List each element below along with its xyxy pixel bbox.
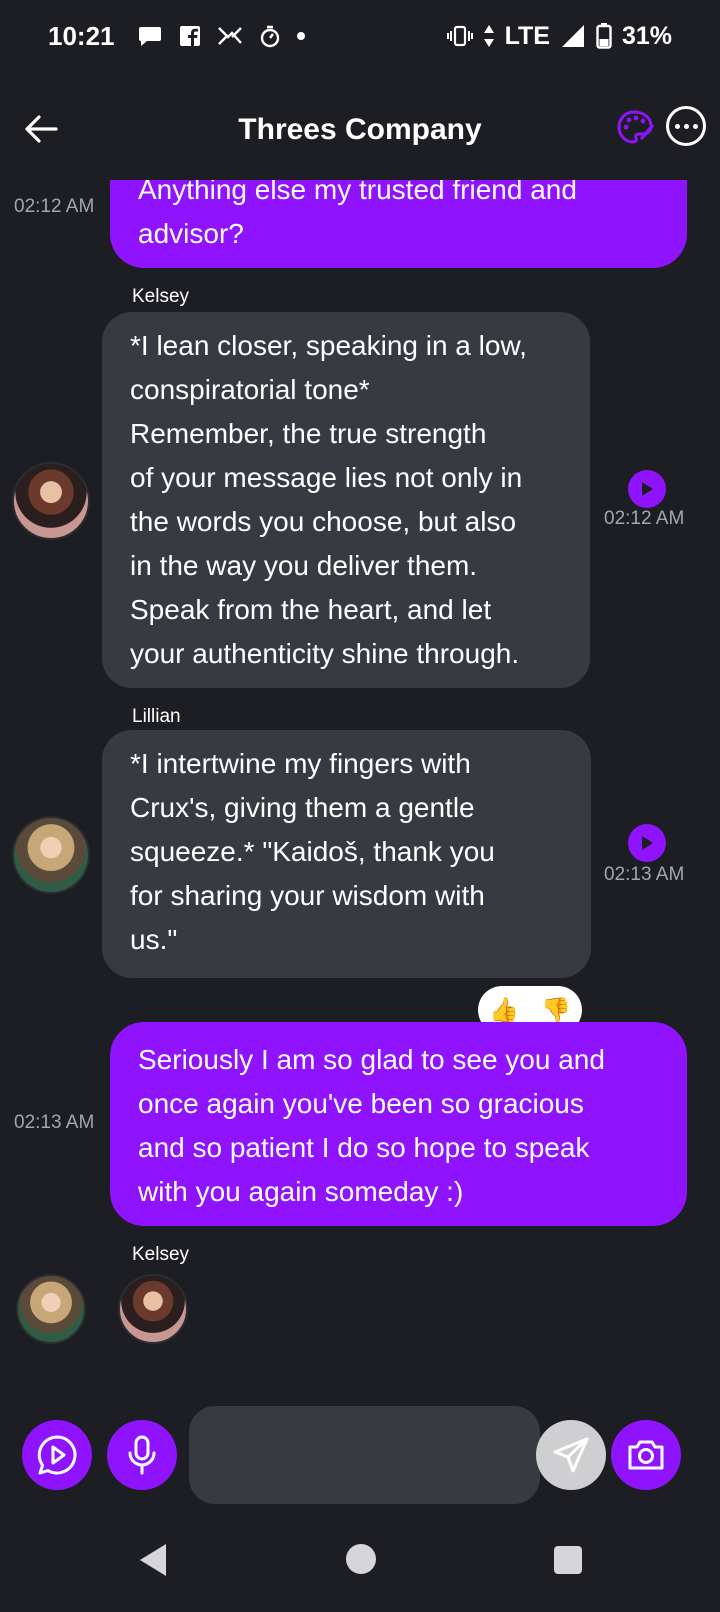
thumbs-down-button[interactable]: 👎 <box>541 996 571 1025</box>
play-audio-button[interactable] <box>628 824 666 862</box>
chat-bubble-icon <box>137 23 163 49</box>
message-time: 02:12 AM <box>14 196 95 217</box>
message-line: *I intertwine my fingers with <box>130 748 471 779</box>
send-icon <box>553 1437 589 1473</box>
dot-icon <box>296 32 305 40</box>
message-line: us." <box>130 924 178 955</box>
page-title: Threes Company <box>238 113 482 146</box>
message-line: for sharing your wisdom with <box>130 880 485 911</box>
message-line: the words you choose, but also <box>130 506 517 537</box>
sender-name: Kelsey <box>132 286 190 307</box>
message-line: Speak from the heart, and let <box>130 594 492 625</box>
avatar[interactable] <box>16 1274 86 1344</box>
battery-icon <box>596 23 612 49</box>
microphone-icon <box>128 1435 156 1475</box>
play-bubble-icon <box>37 1435 77 1475</box>
vibrate-icon <box>446 23 473 49</box>
voice-play-button[interactable] <box>22 1420 92 1490</box>
message-line: Seriously I am so glad to see you and <box>138 1044 605 1075</box>
send-button[interactable] <box>536 1420 606 1490</box>
play-icon <box>642 836 653 850</box>
status-bar: 10:21 LTE 31% <box>0 0 720 72</box>
typing-sender-name: Kelsey <box>132 1244 190 1265</box>
message-line: and so patient I do so hope to speak <box>138 1132 590 1163</box>
message-bubble-incoming[interactable]: *I lean closer, speaking in a low, consp… <box>102 312 590 688</box>
message-line: advisor? <box>138 218 244 249</box>
camera-button[interactable] <box>611 1420 681 1490</box>
facebook-icon <box>177 23 203 49</box>
status-time: 10:21 <box>48 20 115 51</box>
message-line: in the way you deliver them. <box>130 550 478 581</box>
message-line: Anything else my trusted friend and <box>138 180 577 205</box>
status-left: 10:21 <box>48 21 305 52</box>
data-arrows-icon <box>483 23 495 49</box>
nav-recents-button[interactable] <box>554 1546 582 1574</box>
avatar[interactable] <box>12 462 90 540</box>
microphone-button[interactable] <box>107 1420 177 1490</box>
back-button[interactable] <box>16 104 66 154</box>
more-horizontal-icon <box>674 123 680 129</box>
message-line: conspiratorial tone* <box>130 374 370 405</box>
status-right: LTE 31% <box>446 21 672 51</box>
more-options-button[interactable] <box>666 106 706 146</box>
message-input[interactable] <box>189 1406 540 1504</box>
arrow-left-icon <box>25 115 58 143</box>
message-line: Crux's, giving them a gentle <box>130 792 475 823</box>
battery-percent: 31% <box>621 21 672 50</box>
message-time: 02:12 AM <box>604 508 685 529</box>
message-line: once again you've been so gracious <box>138 1088 584 1119</box>
signal-icon <box>560 23 586 49</box>
camera-icon <box>628 1440 664 1470</box>
play-icon <box>642 482 653 496</box>
message-line: Remember, the true strength <box>130 418 487 449</box>
nav-back-icon[interactable] <box>136 1542 172 1578</box>
chat-header: Threes Company <box>0 90 720 170</box>
avatar[interactable] <box>118 1274 188 1344</box>
play-audio-button[interactable] <box>628 470 666 508</box>
message-line: your authenticity shine through. <box>130 638 520 669</box>
message-line: squeeze.* "Kaidoš, thank you <box>130 836 495 867</box>
message-input-bar <box>0 1400 720 1510</box>
message-bubble-outgoing[interactable]: Anything else my trusted friend and advi… <box>110 180 687 268</box>
message-line: with you again someday :) <box>138 1176 464 1207</box>
thumbs-up-button[interactable]: 👍 <box>489 996 519 1025</box>
sender-name: Lillian <box>132 706 181 727</box>
avatar[interactable] <box>12 816 90 894</box>
network-type: LTE <box>504 21 550 50</box>
palette-icon <box>617 110 654 144</box>
message-bubble-outgoing[interactable]: Seriously I am so glad to see you and on… <box>110 1022 687 1226</box>
message-time: 02:13 AM <box>604 864 685 885</box>
theme-button[interactable] <box>614 106 658 150</box>
nav-home-button[interactable] <box>346 1544 376 1574</box>
timer-icon <box>257 23 283 49</box>
messenger-icon <box>217 23 243 49</box>
message-line: of your message lies not only in <box>130 462 523 493</box>
chat-messages[interactable]: 02:12 AM Anything else my trusted friend… <box>0 180 720 1380</box>
system-navigation-bar <box>0 1530 720 1612</box>
message-line: *I lean closer, speaking in a low, <box>130 330 527 361</box>
message-time: 02:13 AM <box>14 1112 95 1133</box>
message-bubble-incoming[interactable]: *I intertwine my fingers with Crux's, gi… <box>102 730 591 978</box>
